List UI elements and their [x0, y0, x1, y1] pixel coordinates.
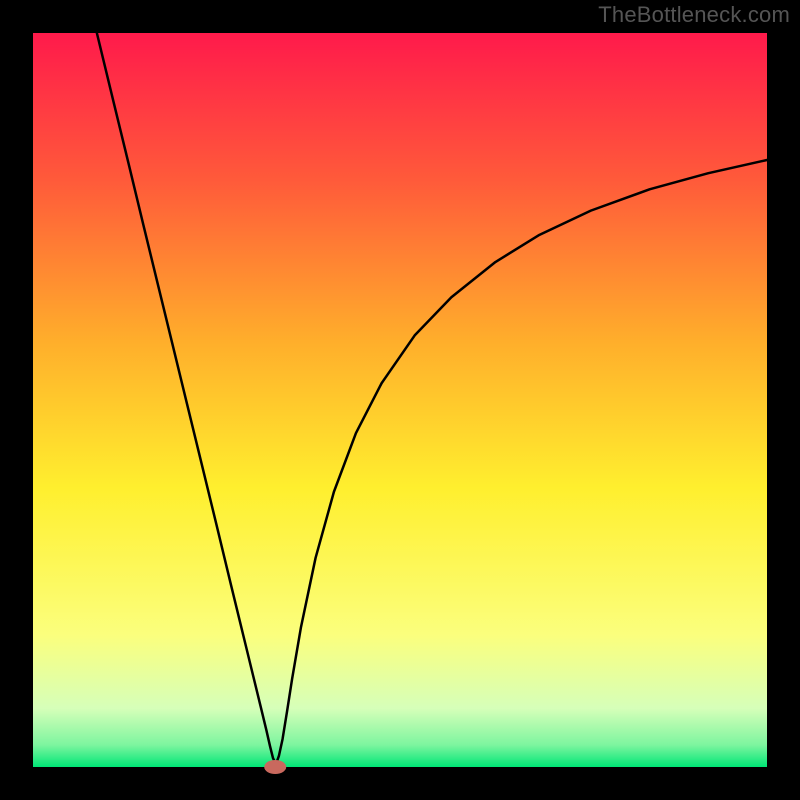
- bottleneck-chart: [0, 0, 800, 800]
- optimum-marker: [264, 760, 286, 774]
- plot-background: [33, 33, 767, 767]
- chart-frame: { "watermark": "TheBottleneck.com", "cha…: [0, 0, 800, 800]
